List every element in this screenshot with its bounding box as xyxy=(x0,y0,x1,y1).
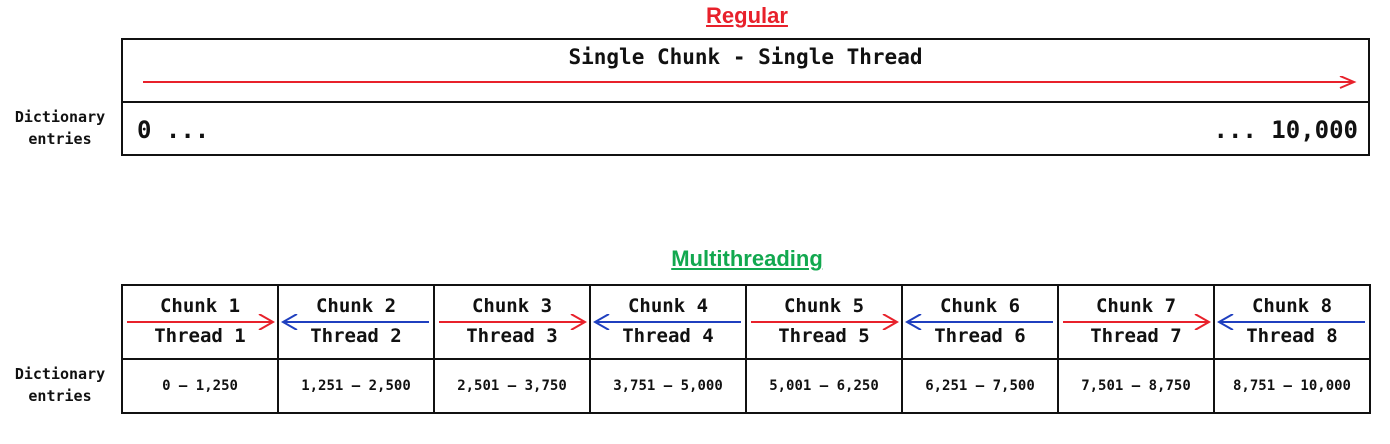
regular-chunk-title: Single Chunk - Single Thread xyxy=(568,45,923,69)
chunk-table: Chunk 1 Thread 1 Chunk 2 Thread 2 Chunk 3 Thr… xyxy=(121,284,1371,414)
chunk-row: Chunk 1 Thread 1 Chunk 2 Thread 2 Chunk 3 Thr… xyxy=(121,284,1371,360)
chunk-range: 3,751 – 5,000 xyxy=(589,358,747,414)
chunk-cell: Chunk 2 Thread 2 xyxy=(277,284,435,360)
regular-heading: Regular xyxy=(706,3,788,28)
chunk-range: 1,251 – 2,500 xyxy=(277,358,435,414)
thread-label: Thread 7 xyxy=(1090,325,1182,347)
chunk-cell: Chunk 3 Thread 3 xyxy=(433,284,591,360)
regular-range-start: 0 ... xyxy=(137,116,210,144)
thread-label: Thread 1 xyxy=(154,325,246,347)
thread-label: Thread 3 xyxy=(466,325,558,347)
thread-label: Thread 2 xyxy=(310,325,402,347)
chunk-range: 8,751 – 10,000 xyxy=(1213,358,1371,414)
regular-entries-box: 0 ... ... 10,000 xyxy=(121,101,1370,156)
thread-label: Thread 6 xyxy=(934,325,1026,347)
chunk-range: 7,501 – 8,750 xyxy=(1057,358,1215,414)
chunk-cell: Chunk 5 Thread 5 xyxy=(745,284,903,360)
regular-dictionary-label: Dictionary entries xyxy=(14,108,106,148)
chunk-cell: Chunk 8 Thread 8 xyxy=(1213,284,1371,360)
regular-right-arrow xyxy=(143,76,1357,89)
chunk-range: 0 – 1,250 xyxy=(121,358,279,414)
thread-label: Thread 4 xyxy=(622,325,714,347)
chunk-range: 5,001 – 6,250 xyxy=(745,358,903,414)
thread-label: Thread 5 xyxy=(778,325,870,347)
multithreading-dictionary-label: Dictionary entries xyxy=(14,365,106,405)
multithreading-heading: Multithreading xyxy=(671,246,823,271)
chunk-range: 2,501 – 3,750 xyxy=(433,358,591,414)
chunk-cell: Chunk 1 Thread 1 xyxy=(121,284,279,360)
thread-label: Thread 8 xyxy=(1246,325,1338,347)
chunk-cell: Chunk 7 Thread 7 xyxy=(1057,284,1215,360)
regular-range-end: ... 10,000 xyxy=(1213,116,1359,144)
chunk-range: 6,251 – 7,500 xyxy=(901,358,1059,414)
range-row: 0 – 1,250 1,251 – 2,500 2,501 – 3,750 3,751… xyxy=(121,358,1371,414)
chunk-cell: Chunk 6 Thread 6 xyxy=(901,284,1059,360)
regular-chunk-box: Single Chunk - Single Thread xyxy=(121,38,1370,103)
chunk-cell: Chunk 4 Thread 4 xyxy=(589,284,747,360)
